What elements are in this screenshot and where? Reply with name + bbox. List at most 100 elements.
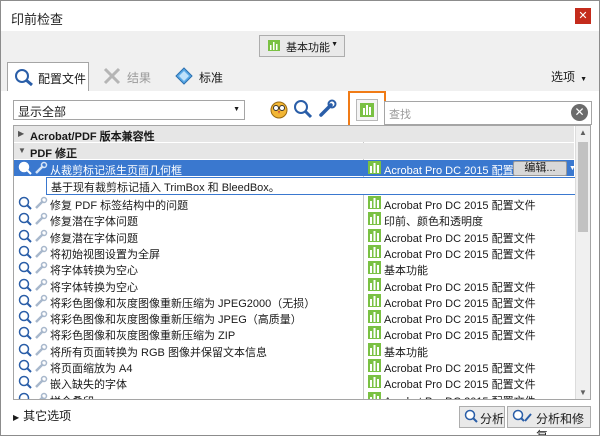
profile-selector-button[interactable]: 基本功能 ▼ [259, 35, 345, 57]
checks-toggle-button[interactable] [293, 99, 313, 119]
scroll-up-icon[interactable]: ▲ [579, 128, 587, 137]
wrench-icon [35, 245, 48, 258]
diamond-icon [175, 67, 193, 85]
magnifier-icon [18, 245, 32, 259]
profile-bars-icon [368, 293, 381, 307]
filter-dropdown[interactable]: 显示全部 ▼ [13, 100, 245, 120]
fixup-row[interactable]: 将彩色图像和灰度图像重新压缩为 JPEG2000（无损） Acrobat Pro … [14, 293, 574, 310]
profile-bars-icon [368, 375, 381, 389]
magnifier-icon [18, 327, 32, 341]
fixup-row[interactable]: 修复 PDF 标签结构中的问题 Acrobat Pro DC 2015 配置文件 [14, 195, 574, 212]
magnifier-icon [18, 261, 32, 275]
profile-bars-icon [368, 244, 381, 258]
wrench-icon [35, 261, 48, 275]
profile-bars-icon [368, 261, 381, 275]
expand-down-icon: ▼ [18, 146, 26, 155]
filter-selected: 显示全部 [18, 105, 67, 119]
magnifier-icon [18, 294, 32, 308]
profile-selector-label: 基本功能 [286, 42, 330, 54]
fixup-row[interactable]: 拼合叠印 Acrobat Pro DC 2015 配置文件 [14, 391, 574, 399]
fixup-row[interactable]: 将初始视图设置为全屏 Acrobat Pro DC 2015 配置文件 [14, 244, 574, 261]
wrench-icon [35, 343, 48, 356]
close-icon: ✕ [574, 105, 585, 119]
profile-bars-icon [368, 228, 381, 242]
fixup-row[interactable]: 将页面缩放为 A4 Acrobat Pro DC 2015 配置文件 [14, 358, 574, 375]
more-options-label: 其它选项 [23, 409, 72, 423]
profile-bars-icon [368, 277, 381, 291]
window-title: 印前检查 [11, 12, 64, 27]
wrench-icon [35, 161, 48, 174]
group-compatibility[interactable]: ▶ Acrobat/PDF 版本兼容性 [14, 126, 574, 143]
fixup-description: 基于现有裁剪标记插入 TrimBox 和 BleedBox。 [46, 177, 576, 195]
fixup-row[interactable]: 嵌入缺失的字体 Acrobat Pro DC 2015 配置文件 [14, 374, 574, 391]
scroll-down-icon[interactable]: ▼ [579, 388, 587, 397]
wrench-icon [35, 229, 48, 242]
fixup-name: 拼合叠印 [50, 393, 94, 399]
fixup-row[interactable]: 修复潜在字体问题 Acrobat Pro DC 2015 配置文件 [14, 228, 574, 245]
chevron-down-icon: ▼ [580, 76, 587, 83]
profile-filter-inner [356, 99, 378, 121]
close-button[interactable]: ✕ [575, 8, 591, 24]
analyze-and-fix-label: 分析和修复 [536, 412, 585, 436]
analyze-and-fix-button[interactable]: 分析和修复 [507, 406, 591, 435]
preflight-window: 印前检查 ✕ 基本功能 ▼ 配置文件 结果 标准 选项 ▼ 显示全部 ▼ 查找 … [0, 0, 600, 436]
magnifier-icon [18, 359, 32, 373]
profile-bars-icon [368, 212, 381, 226]
fixups-toggle-button[interactable] [317, 99, 337, 119]
profile-bars-icon [368, 359, 381, 372]
expand-right-icon: ▶ [18, 129, 25, 138]
tab-results[interactable]: 结果 [97, 62, 159, 90]
more-options-toggle[interactable]: ▶ 其它选项 [13, 407, 71, 424]
magnifier-icon [18, 278, 32, 292]
group-label: Acrobat/PDF 版本兼容性 [30, 131, 155, 143]
fixup-row[interactable]: 将彩色图像和灰度图像重新压缩为 ZIP Acrobat Pro DC 2015 配… [14, 325, 574, 342]
magnifier-icon [294, 100, 313, 119]
profile-bars-icon [360, 103, 374, 117]
fixup-row[interactable]: 将彩色图像和灰度图像重新压缩为 JPEG（高质量） Acrobat Pro DC … [14, 309, 574, 326]
magnifier-icon [18, 392, 30, 399]
close-icon: ✕ [578, 10, 588, 22]
fixup-list: ▶ Acrobat/PDF 版本兼容性 ▼ PDF 修正 从裁剪标记派生页面几何… [13, 125, 591, 400]
magnifier-icon [18, 310, 32, 324]
fixup-profile: Acrobat Pro DC 2015 配置文件 [384, 393, 536, 399]
profile-bars-icon [368, 326, 381, 340]
magnifier-icon [464, 409, 478, 423]
group-label: PDF 修正 [30, 148, 78, 160]
wrench-icon [35, 310, 48, 323]
tab-profiles[interactable]: 配置文件 [7, 62, 89, 92]
clear-search-button[interactable]: ✕ [571, 104, 588, 121]
tab-results-label: 结果 [127, 71, 152, 85]
results-icon [103, 67, 121, 85]
magnifier-icon [18, 213, 32, 227]
fixup-row[interactable]: 将字体转换为空心 基本功能 [14, 260, 574, 277]
tab-standards-label: 标准 [199, 71, 224, 85]
expand-right-icon: ▶ [13, 413, 20, 422]
wrench-icon [35, 278, 48, 291]
vertical-scrollbar[interactable]: ▲ ▼ [575, 126, 590, 399]
fixup-row[interactable]: 将字体转换为空心 Acrobat Pro DC 2015 配置文件 [14, 277, 574, 294]
profile-filter-button[interactable] [348, 91, 386, 129]
fixup-description-text: 基于现有裁剪标记插入 TrimBox 和 BleedBox。 [51, 182, 280, 194]
profiles-toggle-button[interactable] [269, 99, 289, 119]
analyze-fix-icon [512, 409, 532, 422]
profiles-icon [15, 69, 33, 86]
profile-bars-icon [368, 310, 381, 324]
options-label: 选项 [551, 70, 576, 84]
edit-button[interactable]: 编辑... [513, 161, 567, 176]
wrench-icon [35, 213, 48, 226]
profile-bars-icon [368, 391, 381, 399]
group-pdf-fixups[interactable]: ▼ PDF 修正 [14, 143, 574, 160]
tab-bar: 配置文件 结果 标准 选项 ▼ [1, 59, 599, 92]
options-menu[interactable]: 选项 ▼ [551, 68, 587, 85]
search-field[interactable]: 查找 ✕ [384, 101, 592, 125]
fixup-row-selected[interactable]: 从裁剪标记派生页面几何框 Acrobat Pro DC 2015 配置文件 编辑… [14, 160, 576, 177]
footer-bar: ▶ 其它选项 分析 分析和修复 [1, 401, 599, 435]
analyze-button[interactable]: 分析 [459, 406, 505, 428]
analyze-label: 分析 [480, 412, 505, 426]
fixup-row[interactable]: 将所有页面转换为 RGB 图像并保留文本信息 基本功能 [14, 342, 574, 359]
wrench-icon [38, 392, 48, 399]
fixup-row[interactable]: 修复潜在字体问题 印前、颜色和透明度 [14, 211, 574, 228]
tab-standards[interactable]: 标准 [169, 62, 231, 90]
profile-bar: 基本功能 ▼ [1, 31, 599, 59]
scroll-thumb[interactable] [578, 142, 588, 232]
